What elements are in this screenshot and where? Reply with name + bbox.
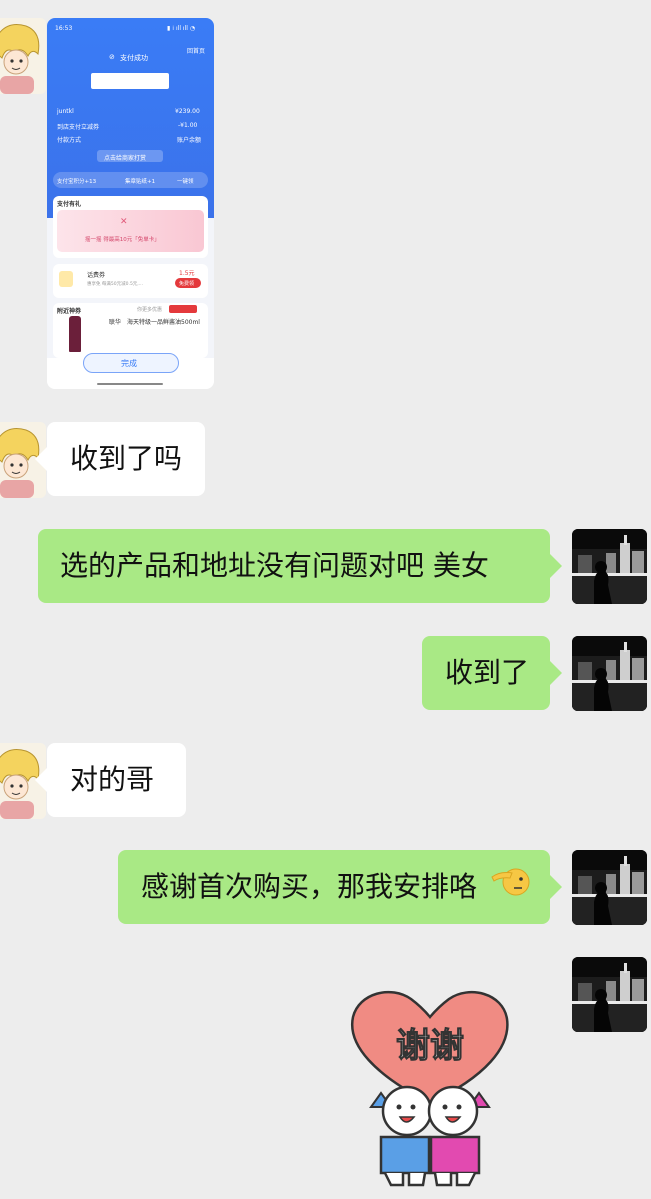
coupon-title: 话费券 [87, 272, 106, 279]
rate-merchant-label: 点击给商家打赏 [104, 155, 147, 162]
sticker-image: 谢谢 [350, 990, 509, 1187]
gift-banner [57, 210, 204, 252]
gift-title: 支付有礼 [57, 201, 82, 208]
message-text: 对的哥 [70, 763, 155, 796]
nearby-more: 你更多优惠 [137, 307, 163, 313]
message-text: 感谢首次购买，那我安排咯 [141, 870, 478, 903]
done-label: 完成 [121, 359, 137, 368]
thank-you-sticker[interactable]: 谢谢 [345, 985, 515, 1190]
reward-label: 集章贴纸+1 [125, 179, 156, 185]
payment-screenshot-image[interactable]: 16:53 ▮ ⁞ ıll ıll ◔ 回首页 ⊘ 支付成功 juntkl ¥2… [47, 18, 214, 389]
avatar-self[interactable] [572, 850, 647, 925]
message-bubble-sent[interactable]: 感谢首次购买，那我安排咯 [118, 850, 562, 925]
gift-box-icon: ✕ [120, 217, 128, 227]
nearby-title: 附近神券 [57, 308, 82, 315]
status-time: 16:53 [55, 25, 73, 32]
pay-method-value: 账户余额 [177, 137, 202, 144]
avatar-self[interactable] [572, 636, 647, 711]
discount-value: -¥1.00 [178, 122, 198, 129]
gift-text: 摇一摇 得最高10元「免单卡」 [85, 237, 160, 243]
back-home-link: 回首页 [187, 48, 206, 55]
salute-emoji-icon [490, 851, 530, 925]
redacted-name-block [91, 73, 169, 89]
avatar-self[interactable] [572, 529, 647, 604]
message-bubble-received[interactable]: 收到了吗 [35, 422, 205, 496]
status-icons: ▮ ⁞ ıll ıll ◔ [167, 25, 196, 32]
amount-value: ¥239.00 [175, 108, 200, 115]
coupon-icon [59, 271, 73, 287]
pay-method-label: 付款方式 [57, 137, 82, 144]
avatar-self[interactable] [572, 957, 647, 1032]
points-label: 支付宝积分+13 [57, 179, 97, 185]
message-text: 选的产品和地址没有问题对吧 美女 [60, 549, 489, 582]
home-indicator [97, 383, 163, 385]
pay-success-label: 支付成功 [120, 54, 148, 62]
merchant-name: juntkl [57, 108, 74, 115]
message-text: 收到了吗 [70, 442, 183, 475]
product-bottle-image [69, 316, 81, 352]
product-tag: 联华 [109, 319, 122, 326]
message-bubble-sent[interactable]: 收到了 [422, 636, 562, 710]
coupon-claim-label: 免费领 [179, 281, 195, 287]
discount-label: 到店支付立减券 [57, 124, 100, 131]
message-bubble-sent[interactable]: 选的产品和地址没有问题对吧 美女 [38, 529, 562, 603]
message-bubble-received[interactable]: 对的哥 [35, 743, 186, 817]
product-name: 海天特级一品鲜酱油500ml [127, 319, 200, 326]
one-click-claim: 一键领 [177, 179, 194, 185]
success-check-icon: ⊘ [109, 53, 115, 61]
message-text: 收到了 [445, 656, 530, 689]
countdown-badge [169, 305, 197, 313]
sticker-text: 谢谢 [396, 1026, 464, 1066]
avatar-contact[interactable] [0, 18, 46, 94]
coupon-sub: 惠享免 每满50元减0.5元,... [87, 282, 144, 287]
coupon-value: 1.5元 [179, 270, 195, 277]
